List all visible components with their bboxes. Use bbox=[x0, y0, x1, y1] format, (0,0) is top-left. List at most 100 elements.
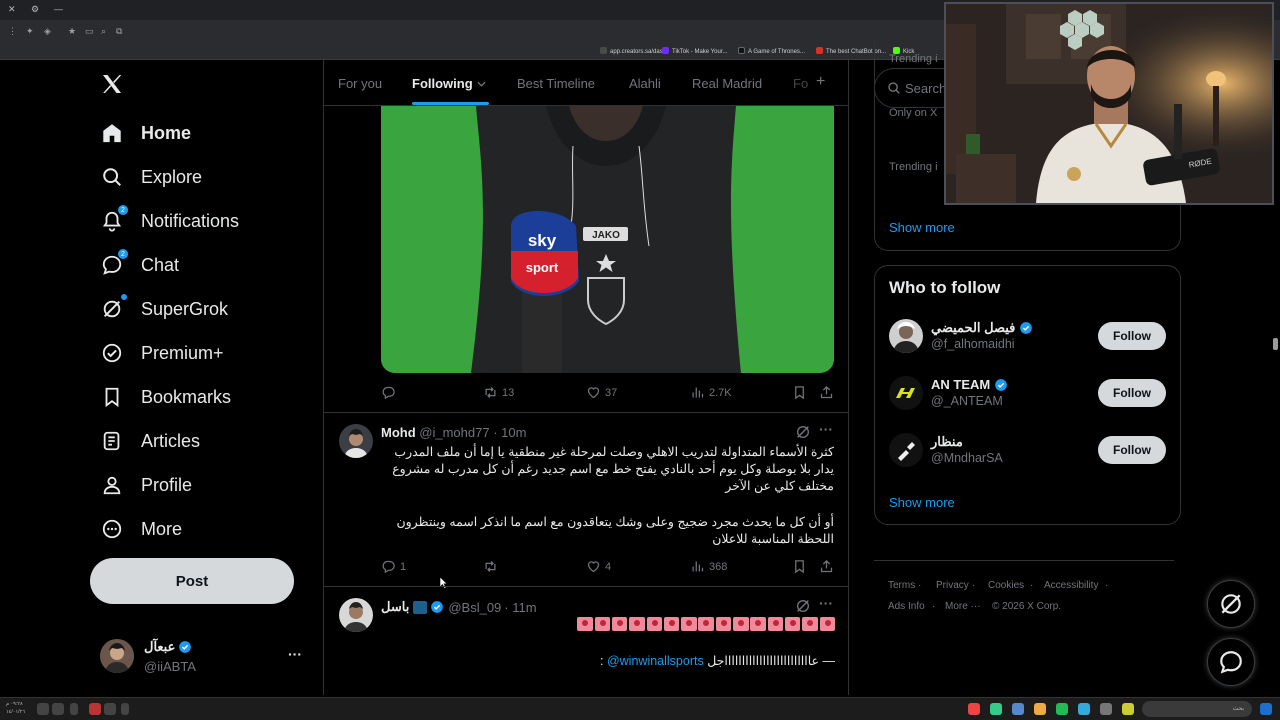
footer-link[interactable]: More ··· bbox=[945, 601, 981, 612]
wifi-icon[interactable] bbox=[37, 703, 49, 715]
nav-supergrok[interactable]: SuperGrok bbox=[100, 293, 228, 325]
tab-real-madrid[interactable]: Real Madrid bbox=[692, 76, 762, 91]
tab-following[interactable]: Following bbox=[412, 76, 486, 91]
nav-profile[interactable]: Profile bbox=[100, 469, 192, 501]
tweet-more-icon[interactable]: ··· bbox=[819, 421, 833, 437]
nav-premium[interactable]: Premium+ bbox=[100, 337, 224, 369]
follow-suggestion[interactable]: AN TEAM @_ANTEAM Follow bbox=[889, 375, 1166, 415]
author-handle[interactable]: @i_mohd77 bbox=[419, 425, 489, 440]
repost-button[interactable]: 13 bbox=[483, 385, 514, 400]
nav-articles[interactable]: Articles bbox=[100, 425, 200, 457]
tab-truncated[interactable]: Fo bbox=[793, 76, 808, 91]
follow-button[interactable]: Follow bbox=[1098, 379, 1166, 407]
nav-more[interactable]: More bbox=[100, 513, 182, 545]
zoom-icon[interactable]: ⌕ bbox=[101, 26, 106, 37]
follow-button[interactable]: Follow bbox=[1098, 436, 1166, 464]
app-taskbar-icon[interactable] bbox=[1100, 703, 1112, 715]
tweet-media-video[interactable]: sky sport JAKO bbox=[381, 106, 834, 373]
explorer-taskbar-icon[interactable] bbox=[1122, 703, 1134, 715]
follow-suggestion[interactable]: فيصل الحميضي @f_alhomaidhi Follow bbox=[889, 318, 1166, 358]
mic-icon[interactable] bbox=[89, 703, 101, 715]
minimize-icon[interactable]: — bbox=[54, 4, 63, 14]
nav-explore[interactable]: Explore bbox=[100, 161, 202, 193]
views-button[interactable]: 368 bbox=[690, 559, 727, 574]
language-icon[interactable] bbox=[70, 703, 78, 715]
bookmark-item[interactable]: TikTok - Make Your... bbox=[662, 47, 727, 55]
footer-link[interactable]: Accessibility bbox=[1044, 580, 1098, 591]
tab-for-you[interactable]: For you bbox=[338, 76, 382, 91]
bookmark-tweet-button[interactable] bbox=[792, 385, 811, 400]
cast-icon[interactable]: ▭ bbox=[85, 26, 94, 37]
avatar[interactable] bbox=[339, 598, 373, 632]
messages-fab[interactable] bbox=[1207, 638, 1255, 686]
menu-dots-icon[interactable]: ⋮ bbox=[8, 26, 17, 37]
chat-badge: 2 bbox=[117, 248, 129, 260]
author-name[interactable]: باسل bbox=[381, 599, 409, 615]
close-window-icon[interactable]: ✕ bbox=[8, 4, 16, 15]
show-more-trending[interactable]: Show more bbox=[889, 220, 955, 235]
add-tab-button[interactable]: + bbox=[816, 73, 825, 91]
taskbar-search[interactable]: بحث bbox=[1142, 701, 1252, 717]
repost-button[interactable] bbox=[483, 559, 502, 574]
footer-link[interactable]: Terms bbox=[888, 580, 915, 591]
follow-suggestion[interactable]: منظار @MndharSA Follow bbox=[889, 432, 1166, 472]
footer-link[interactable]: Cookies bbox=[988, 580, 1024, 591]
home-icon bbox=[100, 121, 124, 145]
author-name[interactable]: Mohd bbox=[381, 425, 416, 440]
trending-context[interactable]: Trending i bbox=[889, 53, 938, 65]
grok-fab[interactable] bbox=[1207, 580, 1255, 628]
author-handle[interactable]: @Bsl_09 bbox=[448, 600, 501, 615]
show-more-follow[interactable]: Show more bbox=[889, 495, 955, 510]
tweet-time[interactable]: · 11m bbox=[504, 600, 536, 615]
nav-home[interactable]: Home bbox=[100, 117, 191, 149]
tweet-time[interactable]: · 10m bbox=[493, 425, 526, 440]
chrome-taskbar-icon[interactable] bbox=[1034, 703, 1046, 715]
nav-chat[interactable]: 2 Chat bbox=[100, 248, 179, 281]
volume-icon[interactable] bbox=[52, 703, 64, 715]
account-more-icon[interactable]: ··· bbox=[288, 646, 302, 662]
tab-best-timeline[interactable]: Best Timeline bbox=[517, 76, 595, 91]
mention-link[interactable]: @winwinallsports bbox=[607, 654, 704, 668]
star-icon[interactable]: ★ bbox=[68, 26, 76, 37]
scrollbar-thumb[interactable] bbox=[1273, 338, 1278, 350]
nav-notifications[interactable]: 2 Notifications bbox=[100, 204, 239, 237]
extension-icon-2[interactable]: ◈ bbox=[44, 26, 51, 37]
clock-time[interactable]: ٠٩:٢٨ م bbox=[6, 701, 23, 707]
grok-icon[interactable] bbox=[795, 424, 811, 445]
app-taskbar-icon[interactable] bbox=[1012, 703, 1024, 715]
avatar[interactable] bbox=[339, 424, 373, 458]
app-taskbar-icon[interactable] bbox=[1056, 703, 1068, 715]
post-button[interactable]: Post bbox=[90, 558, 294, 604]
tray-chevron-icon[interactable] bbox=[121, 703, 129, 715]
app-taskbar-icon[interactable] bbox=[990, 703, 1002, 715]
share-button[interactable] bbox=[819, 559, 838, 574]
grok-icon[interactable] bbox=[795, 598, 811, 619]
like-button[interactable]: 4 bbox=[586, 559, 611, 574]
footer-link[interactable]: Ads Info bbox=[888, 601, 925, 612]
bookmark-item[interactable]: A Game of Thrones... bbox=[738, 47, 805, 55]
views-button[interactable]: 2.7K bbox=[690, 385, 732, 400]
windows-start-icon[interactable] bbox=[1260, 703, 1272, 715]
speaker-muted-icon[interactable] bbox=[104, 703, 116, 715]
nav-bookmarks[interactable]: Bookmarks bbox=[100, 381, 231, 413]
trending-context[interactable]: Only on X bbox=[889, 107, 937, 119]
tweet-more-icon[interactable]: ··· bbox=[819, 595, 833, 611]
settings-icon[interactable]: ⚙ bbox=[31, 4, 39, 15]
reply-button[interactable] bbox=[381, 385, 400, 400]
extension-icon[interactable]: ✦ bbox=[26, 26, 34, 37]
bookmark-tweet-button[interactable] bbox=[792, 559, 811, 574]
tab-alahli[interactable]: Alahli bbox=[629, 76, 661, 91]
share-button[interactable] bbox=[819, 385, 838, 400]
tiktok-taskbar-icon[interactable] bbox=[968, 703, 980, 715]
share-icon[interactable]: ⧉ bbox=[116, 26, 122, 37]
app-taskbar-icon[interactable] bbox=[1078, 703, 1090, 715]
clock-date[interactable]: ١٤/٠١/٢٦ bbox=[6, 709, 25, 715]
like-button[interactable]: 37 bbox=[586, 385, 617, 400]
account-switcher[interactable]: عبعآل @iiABTA ··· bbox=[88, 634, 318, 680]
reply-button[interactable]: 1 bbox=[381, 559, 406, 574]
bookmark-item[interactable]: app.creators.sa/das... bbox=[600, 47, 668, 55]
footer-link[interactable]: Privacy bbox=[936, 580, 969, 591]
trending-context[interactable]: Trending i bbox=[889, 161, 938, 173]
x-logo-icon[interactable] bbox=[100, 72, 126, 98]
follow-button[interactable]: Follow bbox=[1098, 322, 1166, 350]
